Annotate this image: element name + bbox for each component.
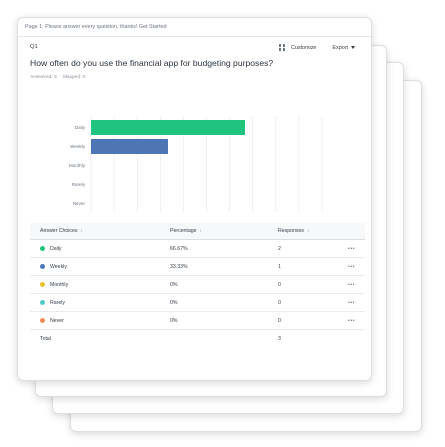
sort-arrow-icon: ↓ bbox=[80, 228, 84, 234]
legend-dot-icon bbox=[40, 281, 45, 287]
answer-choice-cell: Weekly bbox=[30, 257, 152, 276]
table-header-row: Answer Choices ↓ Percentage ↓ Responses ↓ bbox=[30, 223, 365, 240]
x-tick-label: 50% bbox=[202, 219, 211, 220]
x-tick-label: 0% bbox=[88, 219, 95, 220]
category-label: Weekly bbox=[70, 144, 86, 149]
answer-choice-label: Rarely bbox=[50, 299, 65, 306]
x-tick-label: 10% bbox=[109, 219, 118, 220]
table-total-row: Total 3 bbox=[30, 330, 365, 348]
answer-choice-label: Monthly bbox=[50, 281, 69, 288]
x-tick-label: 90% bbox=[294, 219, 303, 220]
percentage-cell: 66.67% bbox=[152, 239, 260, 258]
x-tick-label: 70% bbox=[248, 219, 257, 220]
x-tick-label: 20% bbox=[133, 219, 142, 220]
more-options-icon[interactable]: ••• bbox=[317, 239, 365, 258]
responses-cell: 2 bbox=[260, 239, 317, 258]
category-label: Monthly bbox=[69, 163, 86, 168]
sort-arrow-icon: ↓ bbox=[306, 228, 310, 234]
category-label: Never bbox=[73, 201, 86, 206]
table-row: Never 0% 0 ••• bbox=[30, 311, 365, 330]
answer-choice-label: Weekly bbox=[50, 263, 67, 270]
total-value: 3 bbox=[278, 335, 281, 342]
grid-settings-icon[interactable] bbox=[278, 44, 286, 51]
percentage-cell: 33.33% bbox=[152, 257, 260, 276]
question-title: How often do you use the financial app f… bbox=[30, 58, 274, 68]
percentage-cell: 0% bbox=[152, 275, 260, 294]
responses-cell: 0 bbox=[260, 311, 317, 330]
skipped-count: Skipped: 0 bbox=[62, 75, 86, 80]
answer-table: Answer Choices ↓ Percentage ↓ Responses ↓ D… bbox=[30, 223, 365, 347]
table-row: Rarely 0% 0 ••• bbox=[30, 293, 365, 312]
customize-button[interactable]: Customize bbox=[291, 45, 316, 51]
question-toolbar: Customize Export bbox=[278, 44, 355, 51]
percentage-cell: 0% bbox=[152, 293, 260, 312]
question-number: Q1 bbox=[30, 44, 38, 50]
table-row: Daily 66.67% 2 ••• bbox=[30, 239, 365, 258]
export-button[interactable]: Export bbox=[332, 45, 355, 51]
legend-dot-icon bbox=[40, 317, 45, 323]
x-tick-label: 30% bbox=[156, 219, 165, 220]
category-label: Rarely bbox=[72, 182, 86, 187]
answer-choice-cell: Never bbox=[30, 311, 152, 330]
answer-choice-label: Never bbox=[50, 317, 64, 324]
response-meta: Answered: 3 Skipped: 0 bbox=[30, 75, 85, 80]
question-summary-card: Page 1: Please answer every question, th… bbox=[17, 17, 372, 381]
x-tick-label: 80% bbox=[271, 219, 280, 220]
x-tick-label: 60% bbox=[225, 219, 234, 220]
responses-cell: 1 bbox=[260, 257, 317, 276]
bar-chart: 0% 10% 20% 30% 40% 50% 60% 70% 80% 90% 100% Daily We… bbox=[69, 116, 328, 220]
legend-dot-icon bbox=[40, 245, 45, 251]
responses-cell: 0 bbox=[260, 293, 317, 312]
more-options-icon[interactable]: ••• bbox=[317, 257, 365, 276]
table-row: Monthly 0% 0 ••• bbox=[30, 275, 365, 294]
total-percentage-cell bbox=[152, 330, 260, 348]
answer-choice-cell: Daily bbox=[30, 239, 152, 258]
chevron-down-icon bbox=[351, 46, 355, 49]
answered-count: Answered: 3 bbox=[30, 75, 57, 80]
bar-weekly[interactable] bbox=[91, 139, 168, 154]
more-options-icon[interactable]: ••• bbox=[317, 293, 365, 312]
legend-dot-icon bbox=[40, 299, 45, 305]
table-row: Weekly 33.33% 1 ••• bbox=[30, 257, 365, 276]
answer-choice-label: Daily bbox=[50, 245, 62, 252]
total-label: Total bbox=[40, 335, 51, 342]
bar-daily[interactable] bbox=[91, 120, 246, 135]
export-label: Export bbox=[332, 44, 348, 51]
total-actions-cell bbox=[317, 330, 365, 348]
more-options-icon[interactable]: ••• bbox=[317, 311, 365, 330]
sort-arrow-icon: ↓ bbox=[199, 228, 203, 234]
answer-choice-cell: Rarely bbox=[30, 293, 152, 312]
header-percentage[interactable]: Percentage ↓ bbox=[152, 223, 260, 240]
page-banner: Page 1: Please answer every question, th… bbox=[18, 18, 371, 37]
percentage-cell: 0% bbox=[152, 311, 260, 330]
answer-choice-cell: Monthly bbox=[30, 275, 152, 294]
x-tick-label: 100% bbox=[316, 219, 328, 220]
header-answer-choices[interactable]: Answer Choices ↓ bbox=[30, 223, 152, 240]
x-tick-label: 40% bbox=[179, 219, 188, 220]
more-options-icon[interactable]: ••• bbox=[317, 275, 365, 294]
responses-cell: 0 bbox=[260, 275, 317, 294]
legend-dot-icon bbox=[40, 263, 45, 269]
category-label: Daily bbox=[75, 125, 86, 130]
header-actions bbox=[317, 223, 365, 240]
header-responses[interactable]: Responses ↓ bbox=[260, 223, 317, 240]
